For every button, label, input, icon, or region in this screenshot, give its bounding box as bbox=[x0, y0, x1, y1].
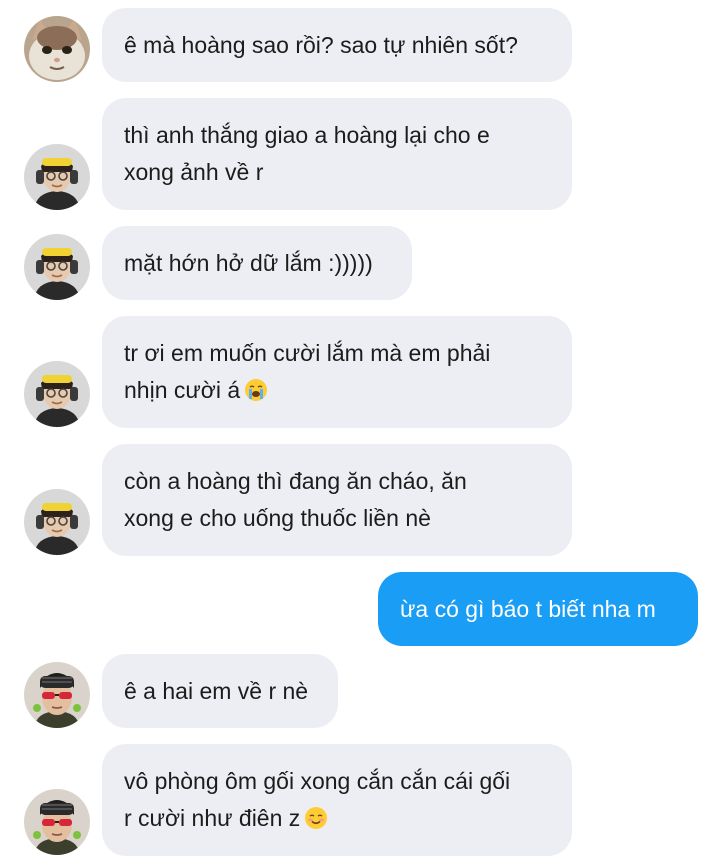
headset-avatar[interactable] bbox=[24, 234, 90, 300]
chat-thread: ê mà hoàng sao rồi? sao tự nhiên sốt? th… bbox=[0, 0, 720, 862]
message-text: ê a hai em về r nè bbox=[124, 677, 309, 704]
message-bubble[interactable]: vô phòng ôm gối xong cắn cắn cái gối r c… bbox=[102, 744, 572, 856]
headset-avatar[interactable] bbox=[24, 361, 90, 427]
message-bubble[interactable]: ê a hai em về r nè bbox=[102, 654, 338, 728]
message-text: mặt hớn hở dữ lắm :))))) bbox=[124, 249, 373, 276]
message-text: xong e cho uống thuốc liền nè bbox=[124, 505, 431, 531]
message-bubble[interactable]: mặt hớn hở dữ lắm :))))) bbox=[102, 226, 412, 300]
message-bubble[interactable]: thì anh thắng giao a hoàng lại cho e xon… bbox=[102, 98, 572, 210]
sunglasses-avatar[interactable] bbox=[24, 789, 90, 855]
cat-avatar[interactable] bbox=[24, 16, 90, 82]
message-text: ừa có gì báo t biết nha m bbox=[400, 595, 656, 622]
message-bubble[interactable]: còn a hoàng thì đang ăn cháo, ăn xong e … bbox=[102, 444, 572, 556]
message-text: còn a hoàng thì đang ăn cháo, ăn bbox=[124, 468, 467, 494]
loudly-crying-face-icon bbox=[244, 378, 268, 402]
message-text: thì anh thắng giao a hoàng lại cho e bbox=[124, 122, 490, 148]
message-text: xong ảnh về r bbox=[124, 159, 264, 185]
sunglasses-avatar[interactable] bbox=[24, 662, 90, 728]
outgoing-message-bubble[interactable]: ừa có gì báo t biết nha m bbox=[378, 572, 698, 646]
message-bubble[interactable]: tr ơi em muốn cười lắm mà em phải nhịn c… bbox=[102, 316, 572, 428]
message-text: r cười như điên z bbox=[124, 805, 301, 831]
message-bubble[interactable]: ê mà hoàng sao rồi? sao tự nhiên sốt? bbox=[102, 8, 572, 82]
message-text: vô phòng ôm gối xong cắn cắn cái gối bbox=[124, 768, 511, 794]
headset-avatar[interactable] bbox=[24, 144, 90, 210]
message-text: tr ơi em muốn cười lắm mà em phải bbox=[124, 340, 491, 366]
headset-avatar[interactable] bbox=[24, 489, 90, 555]
message-text: nhịn cười á bbox=[124, 377, 241, 403]
smiling-face-icon bbox=[304, 806, 328, 830]
message-text: ê mà hoàng sao rồi? sao tự nhiên sốt? bbox=[124, 31, 518, 58]
